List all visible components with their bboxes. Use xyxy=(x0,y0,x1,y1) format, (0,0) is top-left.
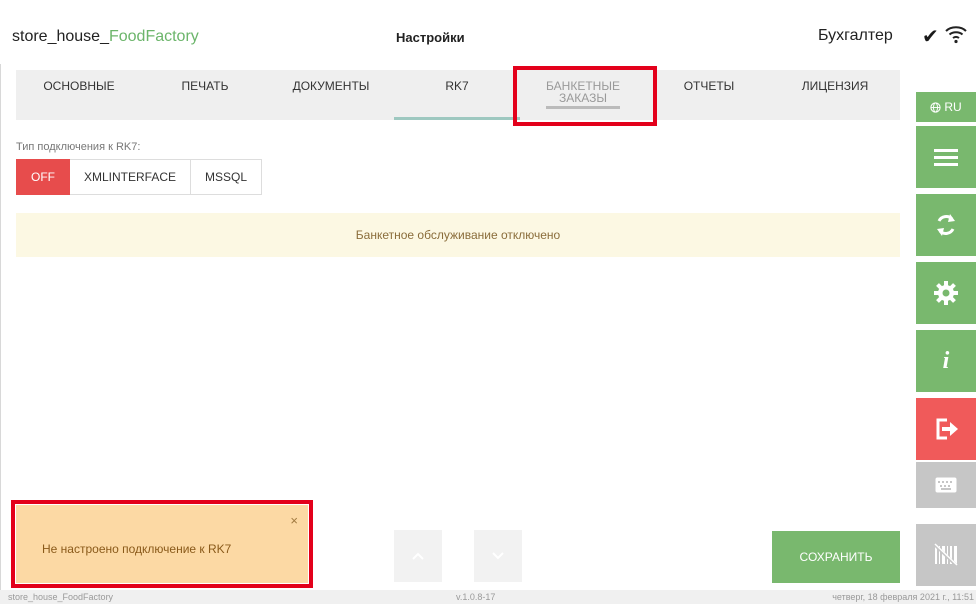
globe-icon xyxy=(930,101,941,113)
user-name[interactable]: Бухгалтер xyxy=(818,27,893,45)
app-title-brand: FoodFactory xyxy=(108,28,199,45)
tab-highlight-frame xyxy=(513,66,657,126)
connection-option-xmlinterface[interactable]: XMLINTERFACE xyxy=(70,159,192,195)
menu-icon xyxy=(934,149,958,166)
footer-app-name: store_house_FoodFactory xyxy=(8,592,114,602)
menu-button[interactable] xyxy=(916,126,976,188)
page-title: Настройки xyxy=(396,30,465,45)
status-bar: store_house_FoodFactory v.1.0.8-17 четве… xyxy=(0,590,976,604)
tab-license[interactable]: ЛИЦЕНЗИЯ xyxy=(772,70,898,120)
gear-icon xyxy=(934,281,958,305)
chevron-down-icon xyxy=(492,552,504,560)
app-title-prefix: store_house_ xyxy=(12,28,109,45)
tab-label: ЛИЦЕНЗИЯ xyxy=(801,79,869,93)
barcode-off-icon xyxy=(933,543,959,568)
tab-label: RK7 xyxy=(445,79,469,93)
tab-label: ОСНОВНЫЕ xyxy=(43,79,115,93)
keyboard-icon xyxy=(935,477,957,493)
language-button[interactable]: RU xyxy=(916,92,976,122)
info-button[interactable]: i xyxy=(916,330,976,392)
tab-documents[interactable]: ДОКУМЕНТЫ xyxy=(268,70,394,120)
logout-icon xyxy=(936,418,958,440)
sync-button[interactable] xyxy=(916,194,976,256)
info-icon: i xyxy=(942,347,950,374)
settings-tabs: ОСНОВНЫЕ ПЕЧАТЬ ДОКУМЕНТЫ RK7 БАНКЕТНЫЕ … xyxy=(16,70,900,120)
check-icon: ✔ xyxy=(922,26,939,48)
banquet-disabled-banner: Банкетное обслуживание отключено xyxy=(16,213,900,257)
tab-label: ПЕЧАТЬ xyxy=(181,79,229,93)
connection-type-label: Тип подключения к RK7: xyxy=(16,141,141,153)
barcode-button[interactable] xyxy=(916,524,976,586)
tab-label: ДОКУМЕНТЫ xyxy=(292,79,370,93)
footer-datetime: четверг, 18 февраля 2021 г., 11:51 xyxy=(832,592,974,602)
language-label: RU xyxy=(944,100,962,114)
save-button[interactable]: СОХРАНИТЬ xyxy=(772,531,900,583)
wifi-icon xyxy=(945,26,967,44)
connection-option-off[interactable]: OFF xyxy=(16,159,70,195)
app-header: store_house_FoodFactory Настройки Бухгал… xyxy=(0,0,976,64)
banner-text: Банкетное обслуживание отключено xyxy=(355,228,561,242)
chevron-up-icon xyxy=(412,552,424,560)
logout-button[interactable] xyxy=(916,398,976,460)
keyboard-button[interactable] xyxy=(916,462,976,508)
tab-reports[interactable]: ОТЧЕТЫ xyxy=(646,70,772,120)
connection-type-selector: OFF XMLINTERFACE MSSQL xyxy=(16,159,263,195)
tab-print[interactable]: ПЕЧАТЬ xyxy=(142,70,268,120)
footer-version: v.1.0.8-17 xyxy=(456,592,496,602)
tab-rk7[interactable]: RK7 xyxy=(394,70,520,120)
settings-button[interactable] xyxy=(916,262,976,324)
tab-label: ОТЧЕТЫ xyxy=(683,79,735,93)
sync-icon xyxy=(937,214,955,236)
tab-basic[interactable]: ОСНОВНЫЕ xyxy=(16,70,142,120)
toast-highlight-frame xyxy=(11,500,313,588)
scroll-up-button[interactable] xyxy=(394,530,442,582)
connection-option-mssql[interactable]: MSSQL xyxy=(191,159,263,195)
scroll-down-button[interactable] xyxy=(474,530,522,582)
app-title: store_house_FoodFactory xyxy=(12,28,199,46)
